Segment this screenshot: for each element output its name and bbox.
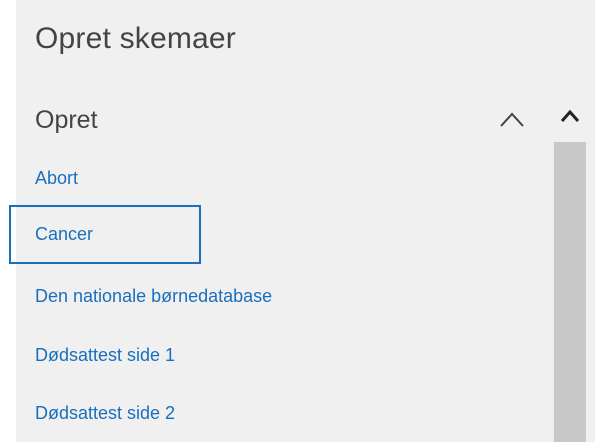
form-item-dodsattest-side-2[interactable]: Dødsattest side 2: [35, 403, 175, 424]
form-item-label: Cancer: [35, 224, 94, 244]
vertical-scrollbar[interactable]: [553, 92, 587, 442]
form-item-den-nationale-bornedatabase[interactable]: Den nationale børnedatabase: [35, 286, 272, 307]
scroll-thumb[interactable]: [554, 142, 586, 442]
section-title: Opret: [35, 106, 98, 134]
forms-panel: Opret skemaer Opret Abort Cancer Den nat…: [9, 0, 595, 442]
scroll-up-button[interactable]: [553, 92, 587, 142]
panel-title: Opret skemaer: [35, 22, 236, 55]
form-item-dodsattest-side-1[interactable]: Dødsattest side 1: [35, 345, 175, 366]
form-item-abort[interactable]: Abort: [35, 168, 78, 189]
section-header-opret: Opret: [16, 92, 546, 146]
chevron-up-icon: [500, 112, 524, 127]
collapse-section-button[interactable]: [496, 106, 528, 132]
chevron-up-icon: [560, 109, 580, 122]
form-item-cancer[interactable]: Cancer: [9, 205, 201, 264]
